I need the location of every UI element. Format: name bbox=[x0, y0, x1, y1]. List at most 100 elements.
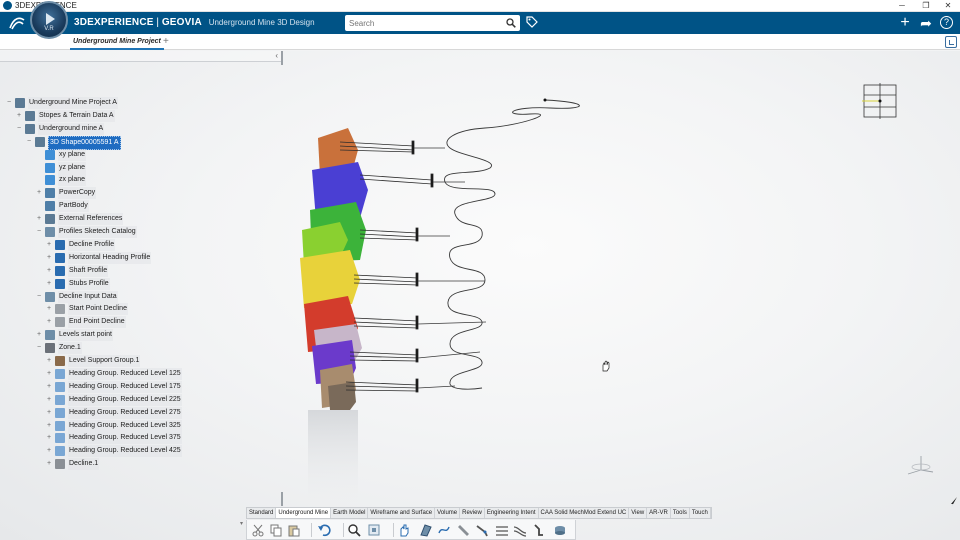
tree-node[interactable]: + Heading Group. Reduced Level 425 bbox=[46, 445, 280, 458]
action-tab[interactable]: Earth Model bbox=[331, 508, 369, 518]
action-tab[interactable]: Wireframe and Surface bbox=[368, 508, 436, 518]
tree-node[interactable]: + Level Support Group.1 bbox=[46, 355, 280, 367]
tree-expander-icon[interactable]: + bbox=[46, 460, 52, 467]
tree-node-label[interactable]: Zone.1 bbox=[58, 342, 82, 355]
tree-expander-icon[interactable]: + bbox=[46, 409, 52, 416]
tree-node[interactable]: + Heading Group. Reduced Level 125 bbox=[46, 367, 280, 380]
collapse-tree-icon[interactable]: ‹ bbox=[275, 51, 278, 60]
mine-3d-model[interactable] bbox=[290, 90, 610, 520]
dassault-logo-icon[interactable] bbox=[8, 15, 26, 31]
tree-node[interactable]: + Heading Group. Reduced Level 375 bbox=[46, 432, 280, 445]
tree-node-label[interactable]: Start Point Decline bbox=[68, 303, 128, 316]
action-tab[interactable]: AR-VR bbox=[647, 508, 671, 518]
tree-node-label[interactable]: yz plane bbox=[58, 161, 87, 174]
tree-node[interactable]: xy plane bbox=[36, 148, 280, 161]
tree-node-label[interactable]: End Point Decline bbox=[68, 316, 126, 329]
tree-node[interactable]: + Heading Group. Reduced Level 225 bbox=[46, 393, 280, 406]
tree-node[interactable]: − Underground mine A bbox=[16, 122, 280, 135]
stubs-icon[interactable] bbox=[475, 523, 489, 537]
add-tab-button[interactable]: + bbox=[163, 34, 169, 49]
help-icon[interactable]: ? bbox=[940, 16, 953, 29]
splitter-handle-bottom[interactable] bbox=[281, 492, 283, 506]
tree-expander-icon[interactable]: + bbox=[46, 357, 52, 364]
zoom-icon[interactable] bbox=[347, 523, 361, 537]
minimize-button[interactable]: ─ bbox=[890, 0, 914, 12]
copy-icon[interactable] bbox=[269, 523, 283, 537]
compass-icon[interactable]: V.R bbox=[30, 1, 68, 39]
tree-expander-icon[interactable] bbox=[36, 152, 42, 158]
stope-icon[interactable] bbox=[533, 523, 547, 537]
tree-expander-icon[interactable] bbox=[36, 177, 42, 183]
search-icon[interactable] bbox=[506, 18, 516, 28]
solid-icon[interactable] bbox=[553, 523, 567, 537]
undo-icon[interactable] bbox=[317, 523, 331, 537]
tree-node[interactable]: + Heading Group. Reduced Level 175 bbox=[46, 380, 280, 393]
tree-node[interactable]: − Underground Mine Project A bbox=[6, 97, 280, 109]
action-tab[interactable]: Underground Mine bbox=[276, 508, 332, 518]
tree-node[interactable]: + Start Point Decline bbox=[46, 303, 280, 316]
tree-expander-icon[interactable]: + bbox=[46, 305, 52, 312]
tree-node-label[interactable]: Heading Group. Reduced Level 225 bbox=[68, 393, 182, 406]
tree-expander-icon[interactable] bbox=[36, 165, 42, 171]
tree-expander-icon[interactable]: − bbox=[26, 138, 32, 145]
tree-expander-icon[interactable]: − bbox=[36, 293, 42, 300]
action-tab[interactable]: View bbox=[629, 508, 648, 518]
heading-icon[interactable] bbox=[437, 523, 451, 537]
paste-icon[interactable] bbox=[287, 523, 301, 537]
ramp-icon[interactable] bbox=[495, 523, 509, 537]
shaft-icon[interactable] bbox=[457, 523, 471, 537]
action-tab[interactable]: CAA Solid MechMod Extend UC bbox=[539, 508, 630, 518]
tree-node-label[interactable]: PartBody bbox=[58, 200, 89, 213]
action-tab[interactable]: Review bbox=[460, 508, 485, 518]
action-tab[interactable]: Touch bbox=[690, 508, 711, 518]
tree-expander-icon[interactable]: + bbox=[46, 383, 52, 390]
action-tab[interactable]: Engineering Intent bbox=[485, 508, 539, 518]
tree-expander-icon[interactable]: + bbox=[46, 254, 52, 261]
tree-node-label[interactable]: Heading Group. Reduced Level 275 bbox=[68, 406, 182, 419]
tree-node-label[interactable]: zx plane bbox=[58, 174, 87, 187]
action-tab[interactable]: Volume bbox=[435, 508, 461, 518]
tree-expander-icon[interactable]: + bbox=[16, 112, 22, 119]
decline-icon[interactable] bbox=[419, 523, 433, 537]
fit-all-icon[interactable] bbox=[367, 523, 381, 537]
drive-icon[interactable] bbox=[513, 523, 527, 537]
tree-node[interactable]: + PowerCopy bbox=[36, 187, 280, 200]
tree-node[interactable]: + Decline.1 bbox=[46, 458, 280, 471]
tree-node-label[interactable]: Heading Group. Reduced Level 325 bbox=[68, 419, 182, 432]
tree-node[interactable]: + End Point Decline bbox=[46, 316, 280, 329]
tree-node[interactable]: + Heading Group. Reduced Level 325 bbox=[46, 419, 280, 432]
splitter-handle-top[interactable] bbox=[281, 51, 283, 65]
expand-icon[interactable] bbox=[945, 36, 957, 48]
cut-icon[interactable] bbox=[251, 523, 265, 537]
tree-node-label[interactable]: Heading Group. Reduced Level 175 bbox=[68, 380, 182, 393]
action-tab[interactable]: Tools bbox=[671, 508, 690, 518]
axis-triad-icon[interactable] bbox=[905, 452, 935, 476]
search-input[interactable] bbox=[349, 15, 499, 31]
close-button[interactable]: ✕ bbox=[936, 0, 960, 12]
tree-expander-icon[interactable]: + bbox=[36, 215, 42, 222]
action-tab[interactable]: Standard bbox=[247, 508, 277, 518]
tree-node[interactable]: PartBody bbox=[36, 200, 280, 213]
tree-node-label[interactable]: Level Support Group.1 bbox=[68, 355, 141, 367]
tree-node-label[interactable]: Stubs Profile bbox=[68, 277, 110, 290]
tree-node-label[interactable]: Heading Group. Reduced Level 375 bbox=[68, 432, 182, 445]
tree-node[interactable]: + Stopes & Terrain Data A bbox=[16, 109, 280, 122]
tree-node-label[interactable]: Levels start point bbox=[58, 329, 113, 342]
tree-expander-icon[interactable]: + bbox=[46, 447, 52, 454]
tree-node[interactable]: + Stubs Profile bbox=[46, 277, 280, 290]
tree-node-label[interactable]: Heading Group. Reduced Level 125 bbox=[68, 367, 182, 380]
tree-node-label[interactable]: xy plane bbox=[58, 148, 87, 161]
action-bar-toggle-icon[interactable]: ▾ bbox=[240, 520, 243, 527]
tree-expander-icon[interactable]: + bbox=[46, 396, 52, 403]
tree-node[interactable]: + External References bbox=[36, 213, 280, 226]
tree-node[interactable]: − Zone.1 bbox=[36, 342, 280, 355]
tree-expander-icon[interactable]: + bbox=[46, 370, 52, 377]
tab-underground-mine-project[interactable]: Underground Mine Project bbox=[70, 34, 164, 50]
tree-expander-icon[interactable]: − bbox=[36, 228, 42, 235]
add-icon[interactable]: + bbox=[897, 15, 913, 31]
tree-node[interactable]: + Decline Profile bbox=[46, 238, 280, 251]
tree-node-label[interactable]: Decline Profile bbox=[68, 238, 116, 251]
tree-expander-icon[interactable]: − bbox=[6, 99, 12, 106]
maximize-button[interactable]: ❐ bbox=[914, 0, 938, 12]
tree-node[interactable]: + Horizontal Heading Profile bbox=[46, 251, 280, 264]
